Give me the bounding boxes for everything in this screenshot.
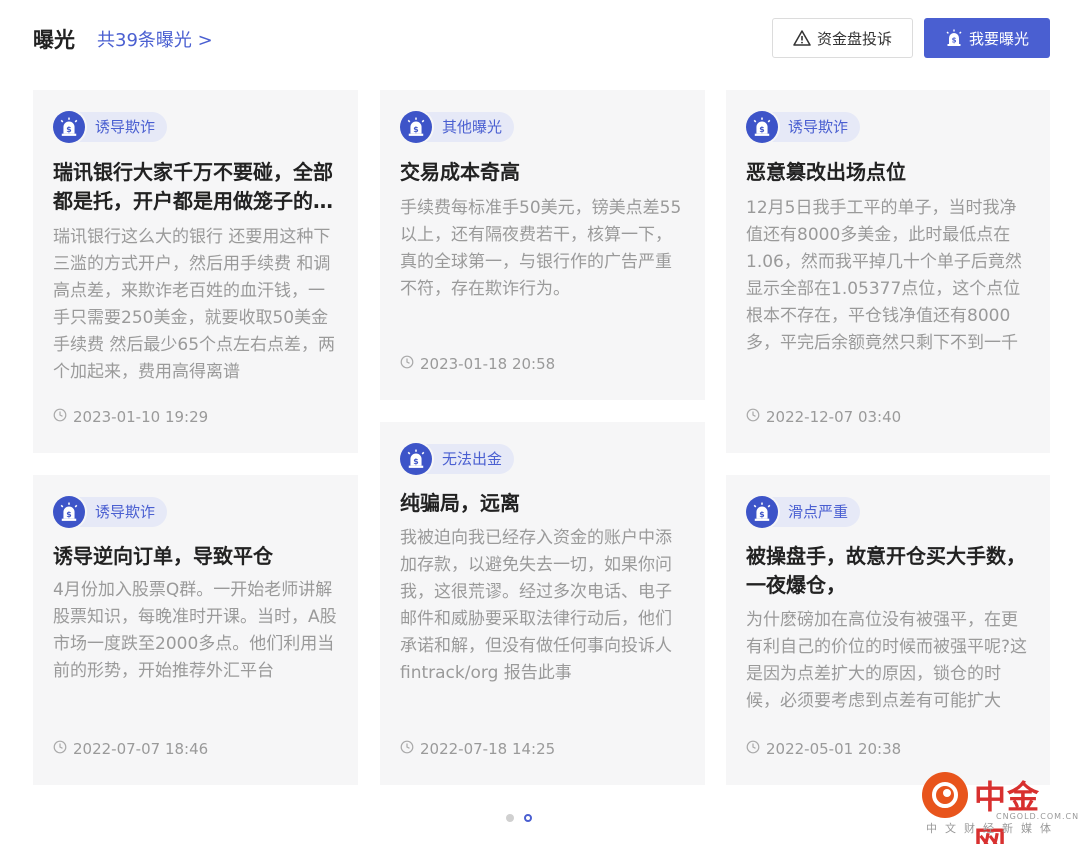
card-timestamp: 2022-07-18 14:25 (400, 740, 555, 758)
submit-exposure-button[interactable]: $ 我要曝光 (924, 18, 1050, 58)
alarm-light-icon: $ (746, 496, 778, 528)
card-timestamp: 2022-05-01 20:38 (746, 740, 901, 758)
timestamp-text: 2023-01-10 19:29 (73, 408, 209, 426)
timestamp-text: 2022-12-07 03:40 (766, 408, 902, 426)
clock-icon (400, 740, 414, 758)
exposure-count-link[interactable]: 共39条曝光 > (97, 26, 213, 52)
category-tag: $ 诱导欺诈 (53, 495, 168, 529)
cngold-logo-icon (922, 772, 968, 818)
category-tag: $ 诱导欺诈 (746, 110, 861, 144)
card-title[interactable]: 交易成本奇高 (400, 158, 685, 187)
card-timestamp: 2023-01-10 19:29 (53, 408, 208, 426)
complaint-button-label: 资金盘投诉 (816, 29, 892, 48)
clock-icon (746, 740, 760, 758)
exposure-card[interactable]: $诱导欺诈瑞讯银行大家千万不要碰，全部都是托，开户都是用做笼子的方式瑞讯银行这么… (33, 90, 358, 453)
svg-text:$: $ (413, 125, 418, 134)
clock-icon (53, 408, 67, 426)
exposure-card[interactable]: $ 滑点严重被操盘手，故意开仓买大手数，一夜爆仓， 为什麽磅加在高位没有被强平，在更… (726, 475, 1050, 785)
alarm-light-icon: $ (53, 496, 85, 528)
card-timestamp: 2022-12-07 03:40 (746, 408, 901, 426)
cngold-watermark: 中金网 CNGOLD.COM.CN 中文财经新媒体 (922, 772, 1078, 844)
card-title[interactable]: 恶意篡改出场点位 (746, 158, 1030, 187)
alarm-light-icon: $ (400, 111, 432, 143)
card-timestamp: 2023-01-18 20:58 (400, 355, 555, 373)
svg-text:$: $ (952, 37, 957, 45)
card-summary: 手续费每标准手50美元，镑美点差55以上，还有隔夜费若干，核算一下，真的全球第一… (400, 198, 682, 299)
warning-triangle-icon (793, 30, 811, 46)
fund-scheme-complaint-button[interactable]: 资金盘投诉 (772, 18, 913, 58)
svg-text:$: $ (66, 125, 71, 134)
svg-text:$: $ (66, 510, 71, 519)
exposure-card[interactable]: $ 诱导欺诈诱导逆向订单，导致平仓 4月份加入股票Q群。一开始老师讲解股票知识，每晚… (33, 475, 358, 785)
timestamp-text: 2022-05-01 20:38 (766, 740, 902, 758)
alarm-light-icon: $ (400, 443, 432, 475)
page-header: 曝光 共39条曝光 > 资金盘投诉 $ 我要曝光 (0, 0, 1080, 80)
svg-text:$: $ (759, 125, 764, 134)
card-title[interactable]: 诱导逆向订单，导致平仓 (53, 542, 338, 571)
card-summary: 我被迫向我已经存入资金的账户中添加存款，以避免失去一切，如果你问我，这很荒谬。经… (400, 528, 672, 683)
card-summary: 12月5日我手工平的单子，当时我净值还有8000多美金，此时最低点在1.06，然… (746, 198, 1022, 353)
clock-icon (400, 355, 414, 373)
category-tag: $ 无法出金 (400, 442, 515, 476)
timestamp-text: 2023-01-18 20:58 (420, 355, 556, 373)
timestamp-text: 2022-07-18 14:25 (420, 740, 556, 758)
card-summary: 4月份加入股票Q群。一开始老师讲解股票知识，每晚准时开课。当时，A股市场一度跌至… (53, 580, 337, 681)
card-title[interactable]: 纯骗局，远离 (400, 489, 685, 518)
card-title[interactable]: 瑞讯银行大家千万不要碰，全部都是托，开户都是用做笼子的方式 (53, 158, 338, 216)
card-title[interactable]: 被操盘手，故意开仓买大手数，一夜爆仓， (746, 542, 1030, 600)
pagination-dots (506, 814, 532, 822)
clock-icon (53, 740, 67, 758)
page-dot-1[interactable] (506, 814, 514, 822)
exposure-card[interactable]: $ 无法出金纯骗局，远离我被迫向我已经存入资金的账户中添加存款，以避免失去一切，如… (380, 422, 705, 785)
card-summary: 瑞讯银行这么大的银行 还要用这种下三滥的方式开户，然后用手续费 和调高点差，来欺… (53, 227, 336, 382)
expose-button-label: 我要曝光 (968, 29, 1029, 48)
clock-icon (746, 408, 760, 426)
card-timestamp: 2022-07-07 18:46 (53, 740, 208, 758)
alarm-light-icon: $ (746, 111, 778, 143)
alarm-light-icon: $ (946, 29, 962, 46)
exposure-card[interactable]: $ 其他曝光交易成本奇高手续费每标准手50美元，镑美点差55以上，还有隔夜费若干，… (380, 90, 705, 400)
alarm-light-icon: $ (53, 111, 85, 143)
page-dot-2[interactable] (524, 814, 532, 822)
card-summary: 为什麽磅加在高位没有被强平，在更有利自己的价位的时候而被强平呢?这是因为点差扩大… (746, 610, 1028, 711)
page-title: 曝光 (33, 28, 75, 52)
category-tag: $ 其他曝光 (400, 110, 515, 144)
timestamp-text: 2022-07-07 18:46 (73, 740, 209, 758)
watermark-subtitle: 中文财经新媒体 (926, 822, 1059, 835)
category-tag: $ 滑点严重 (746, 495, 861, 529)
svg-text:$: $ (759, 510, 764, 519)
svg-text:$: $ (413, 457, 418, 466)
category-tag: $ 诱导欺诈 (53, 110, 168, 144)
exposure-card[interactable]: $ 诱导欺诈恶意篡改出场点位 12月5日我手工平的单子，当时我净值还有8000多美金… (726, 90, 1050, 453)
